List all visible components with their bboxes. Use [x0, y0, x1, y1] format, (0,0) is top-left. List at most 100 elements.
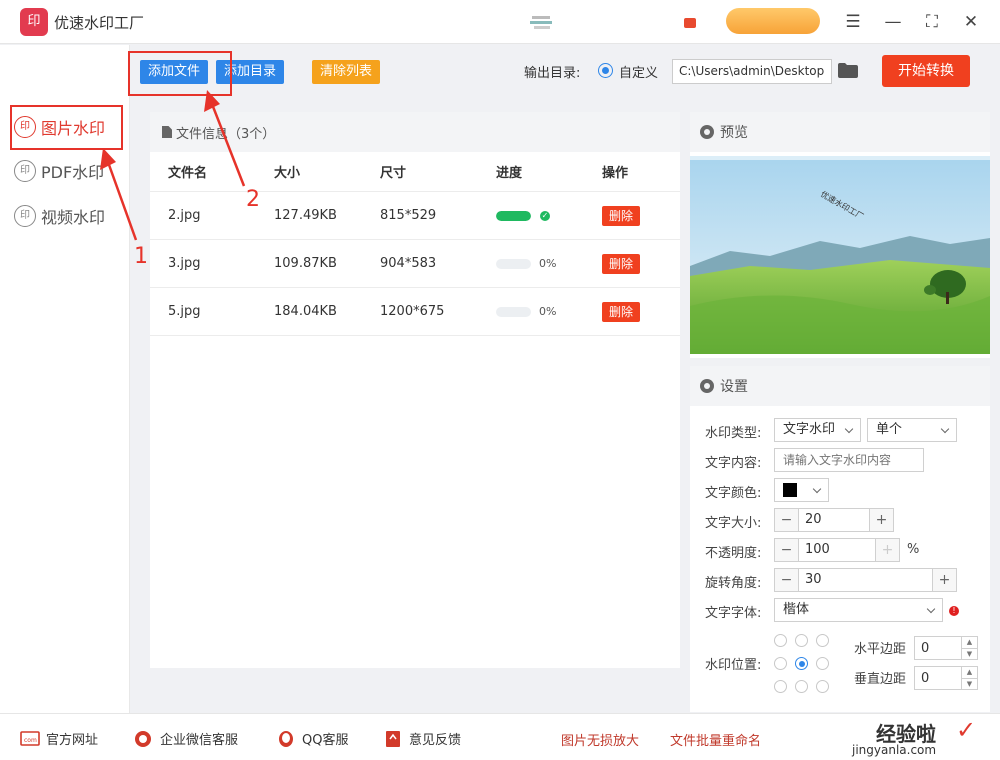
position-option-7[interactable] — [795, 680, 808, 693]
official-site-link[interactable]: com 官方网址 — [20, 729, 98, 748]
watermark-type-select[interactable]: 文字水印 — [774, 418, 861, 442]
app-logo-icon: 印 — [20, 8, 48, 36]
sidebar-item-label: PDF水印 — [41, 163, 105, 182]
sidebar-item-pdf-watermark[interactable]: 印 PDF水印 — [14, 151, 122, 191]
delete-button[interactable]: 删除 — [602, 254, 641, 274]
spin-up-icon[interactable]: ▲ — [961, 667, 977, 678]
sidebar-item-video-watermark[interactable]: 印 视频水印 — [14, 196, 122, 236]
position-option-3[interactable] — [774, 657, 787, 670]
horizontal-margin-value[interactable]: 0 — [921, 641, 929, 656]
warning-icon[interactable]: ! — [949, 606, 959, 616]
position-option-0[interactable] — [774, 634, 787, 647]
promo-badge-icon[interactable] — [684, 18, 696, 28]
font-size-stepper[interactable]: − 20 + — [774, 508, 894, 532]
decrement-button[interactable]: − — [775, 569, 799, 591]
footer: com 官方网址 企业微信客服 QQ客服 意见反馈 图片无损放大 文件批量重命名… — [0, 713, 1000, 760]
image-upscale-link[interactable]: 图片无损放大 — [561, 730, 639, 749]
vertical-margin-value[interactable]: 0 — [921, 671, 929, 686]
promo-button[interactable] — [726, 8, 820, 34]
rotation-value[interactable]: 30 — [799, 569, 932, 591]
increment-button[interactable]: + — [932, 569, 956, 591]
text-content-input[interactable] — [774, 448, 924, 472]
wechat-support-link[interactable]: 企业微信客服 — [134, 729, 238, 748]
add-file-button[interactable]: 添加文件 — [140, 60, 209, 84]
vertical-margin-spinner[interactable]: 0 ▲ ▼ — [914, 666, 978, 690]
title-bar: 印 优速水印工厂 ☰ — ⛶ ✕ — [0, 0, 1000, 44]
chevron-down-icon — [844, 424, 854, 434]
font-family-select[interactable]: 楷体 — [774, 598, 943, 622]
table-row[interactable]: 5.jpg 184.04KB 1200*675 0% 删除 — [150, 288, 680, 336]
opacity-value[interactable]: 100 — [799, 539, 875, 561]
progress-bar — [496, 210, 531, 221]
opacity-stepper[interactable]: − 100 + — [774, 538, 900, 562]
file-dimensions: 1200*675 — [380, 304, 445, 319]
progress-cell: 0% — [496, 305, 602, 318]
decrement-button[interactable]: − — [775, 509, 799, 531]
batch-rename-link[interactable]: 文件批量重命名 — [670, 730, 761, 749]
sidebar-item-image-watermark[interactable]: 印 图片水印 — [14, 107, 122, 147]
step-2-number: 2 — [246, 187, 260, 212]
folder-icon[interactable] — [838, 63, 858, 78]
output-dir-label: 输出目录: — [524, 66, 581, 81]
column-header: 大小 — [274, 166, 301, 181]
file-dimensions: 815*529 — [380, 208, 437, 223]
chevron-down-icon — [812, 484, 822, 494]
file-size: 184.04KB — [274, 304, 337, 319]
qq-support-link[interactable]: QQ客服 — [276, 729, 348, 748]
maximize-icon[interactable]: ⛶ — [920, 10, 944, 34]
watermark-mode-select[interactable]: 单个 — [867, 418, 957, 442]
font-size-label: 文字大小: — [705, 516, 762, 531]
rotation-stepper[interactable]: − 30 + — [774, 568, 957, 592]
table-row[interactable]: 2.jpg 127.49KB 815*529 ✓ 删除 — [150, 192, 680, 240]
progress-fill — [496, 210, 531, 221]
position-option-5[interactable] — [816, 657, 829, 670]
horizontal-margin-label: 水平边距 — [854, 642, 907, 657]
table-header: 文件名 大小 尺寸 进度 操作 — [150, 152, 680, 192]
output-path-field[interactable]: C:\Users\admin\Desktop — [672, 59, 832, 84]
increment-button[interactable]: + — [875, 539, 899, 561]
delete-button[interactable]: 删除 — [602, 302, 641, 322]
file-name: 3.jpg — [168, 256, 201, 271]
vertical-margin-label: 垂直边距 — [854, 672, 907, 687]
progress-bar — [496, 258, 531, 269]
gear-icon — [700, 125, 714, 139]
checkmark-icon: ✓ — [956, 716, 977, 744]
position-option-2[interactable] — [816, 634, 829, 647]
position-option-8[interactable] — [816, 680, 829, 693]
menu-icon[interactable]: ☰ — [841, 10, 865, 34]
horizontal-margin-spinner[interactable]: 0 ▲ ▼ — [914, 636, 978, 660]
spin-down-icon[interactable]: ▼ — [961, 678, 977, 689]
column-header: 文件名 — [168, 166, 208, 181]
minimize-icon[interactable]: — — [881, 10, 905, 34]
watermark-brand: 经验啦 ✓ jingyanla.com — [848, 716, 996, 760]
qq-icon — [279, 730, 293, 747]
close-icon[interactable]: ✕ — [959, 10, 983, 34]
table-row[interactable]: 3.jpg 109.87KB 904*583 0% 删除 — [150, 240, 680, 288]
feedback-link[interactable]: 意见反馈 — [383, 729, 461, 748]
spin-up-icon[interactable]: ▲ — [961, 637, 977, 648]
decrement-button[interactable]: − — [775, 539, 799, 561]
custom-output-label: 自定义 — [619, 66, 659, 81]
position-option-4[interactable] — [795, 657, 808, 670]
position-option-1[interactable] — [795, 634, 808, 647]
chevron-down-icon — [940, 424, 950, 434]
increment-button[interactable]: + — [869, 509, 893, 531]
delete-button[interactable]: 删除 — [602, 206, 641, 226]
font-size-value[interactable]: 20 — [799, 509, 869, 531]
preview-image — [690, 156, 990, 354]
start-convert-button[interactable]: 开始转换 — [882, 55, 970, 87]
add-directory-button[interactable]: 添加目录 — [216, 60, 285, 84]
chevron-down-icon — [926, 604, 936, 614]
custom-output-radio[interactable] — [598, 63, 613, 78]
watermark-type-value: 文字水印 — [783, 422, 836, 437]
gear-icon — [700, 379, 714, 393]
spin-down-icon[interactable]: ▼ — [961, 648, 977, 659]
file-dimensions: 904*583 — [380, 256, 437, 271]
watermark-type-label: 水印类型: — [705, 426, 762, 441]
clear-list-button[interactable]: 清除列表 — [312, 60, 381, 84]
progress-percent: 0% — [539, 305, 557, 318]
text-color-picker[interactable] — [774, 478, 829, 502]
position-option-6[interactable] — [774, 680, 787, 693]
document-icon — [162, 126, 172, 138]
seal-icon: 印 — [14, 116, 36, 138]
